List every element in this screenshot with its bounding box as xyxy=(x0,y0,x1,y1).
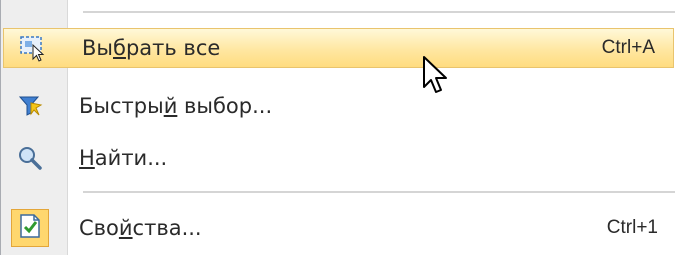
menu-separator xyxy=(83,191,675,193)
quick-select-label: Быстрый выбор... xyxy=(79,94,273,118)
menu-item-select-all[interactable]: Выбрать все Ctrl+A xyxy=(3,28,674,68)
checked-indicator xyxy=(11,209,49,247)
quick-select-filter-icon xyxy=(15,91,45,121)
menu-item-properties[interactable]: Свойства... Ctrl+1 xyxy=(1,208,675,248)
context-menu: Выбрать все Ctrl+A Быстрый выбор... Найт… xyxy=(0,0,675,255)
find-label: Найти... xyxy=(79,146,168,170)
menu-separator-top xyxy=(83,11,675,13)
mouse-cursor-icon xyxy=(423,56,447,93)
select-all-shortcut: Ctrl+A xyxy=(601,37,655,58)
menu-item-find[interactable]: Найти... xyxy=(1,138,675,178)
properties-check-icon xyxy=(17,213,43,243)
select-all-label: Выбрать все xyxy=(82,36,221,60)
properties-label: Свойства... xyxy=(79,216,202,240)
select-all-icon xyxy=(18,33,48,63)
menu-item-quick-select[interactable]: Быстрый выбор... xyxy=(1,86,675,126)
magnifier-icon xyxy=(15,143,45,173)
properties-shortcut: Ctrl+1 xyxy=(606,217,658,238)
